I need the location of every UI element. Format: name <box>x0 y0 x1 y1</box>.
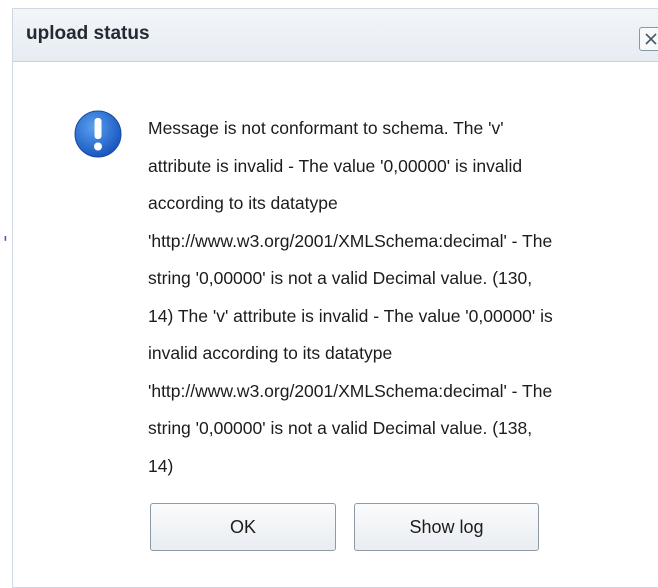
message-line: according to its datatype <box>148 193 338 213</box>
upload-status-dialog: upload status Message is not conformant … <box>12 8 658 588</box>
show-log-button[interactable]: Show log <box>354 503 539 551</box>
dialog-title: upload status <box>26 23 150 44</box>
message-line: 14) <box>148 455 174 476</box>
message-line: 'http://www.w3.org/2001/XMLSchema:decima… <box>148 380 553 401</box>
ok-button[interactable]: OK <box>150 503 336 551</box>
background-page <box>0 0 10 574</box>
message-line: Message is not conformant to schema. The… <box>148 118 504 138</box>
close-icon <box>645 33 657 45</box>
message-line: string '0,00000' is not a valid Decimal … <box>148 418 533 438</box>
message-line: attribute is invalid - The value '0,0000… <box>148 155 523 176</box>
message-line: string '0,00000' is not a valid Decimal … <box>148 268 533 288</box>
exclamation-icon <box>74 110 122 158</box>
message-line: 'http://www.w3.org/2001/XMLSchema:decima… <box>148 230 553 251</box>
message-line: invalid according to its datatype <box>148 343 393 363</box>
dialog-titlebar: upload status <box>13 9 658 62</box>
message-line: 14) The 'v' attribute is invalid - The v… <box>148 305 553 326</box>
close-button[interactable] <box>639 27 658 51</box>
error-message: Message is not conformant to schema. The… <box>148 110 633 485</box>
